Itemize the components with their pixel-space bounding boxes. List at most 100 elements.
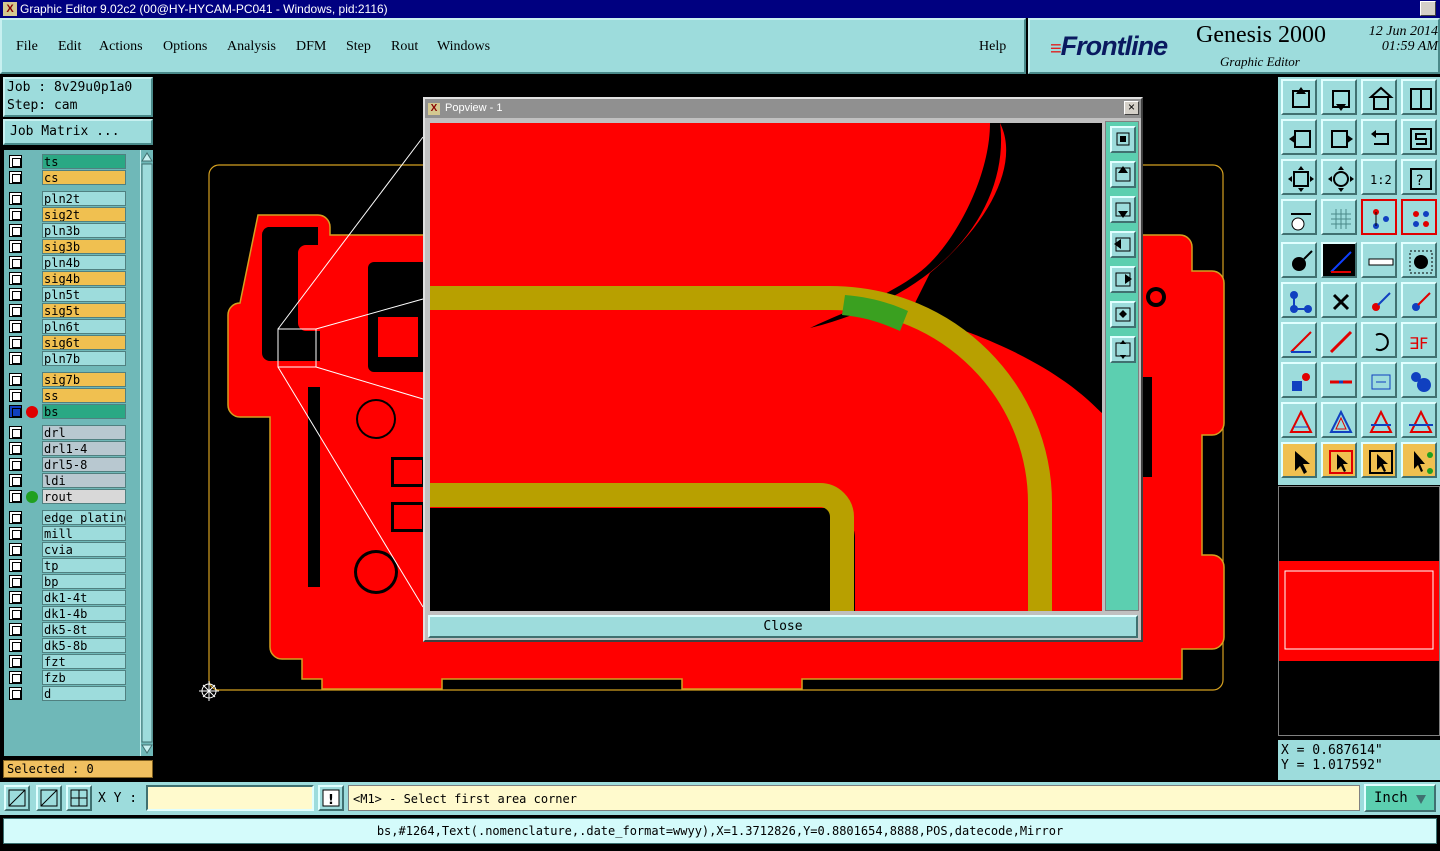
layer-checkbox[interactable] — [9, 543, 22, 556]
layer-row[interactable]: sig6t — [6, 335, 126, 350]
layer-label[interactable]: drl — [42, 425, 126, 440]
popview-pan-right-button[interactable] — [1110, 266, 1136, 293]
popview-close-icon[interactable]: × — [1124, 101, 1139, 115]
layer-checkbox[interactable] — [9, 687, 22, 700]
layer-checkbox[interactable] — [9, 208, 22, 221]
layer-row[interactable]: fzb — [6, 670, 126, 685]
layer-row[interactable]: pln3b — [6, 223, 126, 238]
layer-checkbox[interactable] — [9, 224, 22, 237]
layer-label[interactable]: tp — [42, 558, 126, 573]
add-trace-icon[interactable] — [1321, 322, 1357, 358]
grid-snap-icon[interactable] — [66, 785, 92, 811]
menu-actions[interactable]: Actions — [99, 39, 143, 55]
layer-row[interactable]: edge_plating — [6, 510, 126, 525]
overview-panel[interactable] — [1278, 486, 1440, 736]
select-box-icon[interactable] — [1321, 442, 1357, 478]
layer-row[interactable]: mill — [6, 526, 126, 541]
copy-icon[interactable] — [1401, 282, 1437, 318]
layer-label[interactable]: sig2t — [42, 207, 126, 222]
delete-icon[interactable] — [1321, 282, 1357, 318]
layer-checkbox[interactable] — [9, 655, 22, 668]
settings-palette-icon[interactable] — [1281, 199, 1317, 235]
menu-step[interactable]: Step — [346, 39, 371, 55]
view-home-icon[interactable] — [1281, 79, 1317, 115]
net-compare-icon[interactable] — [1401, 199, 1437, 235]
alert-icon[interactable]: ! — [318, 785, 344, 811]
layer-label[interactable]: bp — [42, 574, 126, 589]
pad-group-icon[interactable] — [1401, 362, 1437, 398]
layer-checkbox[interactable] — [9, 575, 22, 588]
layer-label[interactable]: ss — [42, 388, 126, 403]
layer-row[interactable]: cs — [6, 170, 126, 185]
layer-row[interactable]: drl1-4 — [6, 441, 126, 456]
popview-pan-up-button[interactable] — [1110, 161, 1136, 188]
menu-options[interactable]: Options — [163, 39, 207, 55]
layer-checkbox[interactable] — [9, 373, 22, 386]
job-matrix-button[interactable]: Job Matrix ... — [3, 119, 153, 145]
layer-label[interactable]: fzb — [42, 670, 126, 685]
popview-zoom-fit-button[interactable] — [1110, 126, 1136, 153]
layer-checkbox[interactable] — [9, 256, 22, 269]
popview-zoom-in-button[interactable] — [1110, 301, 1136, 328]
layer-row[interactable]: sig5t — [6, 303, 126, 318]
layer-checkbox[interactable] — [9, 405, 22, 418]
layer-label[interactable]: bs — [42, 404, 126, 419]
menu-edit[interactable]: Edit — [58, 39, 81, 55]
zoom-center-icon[interactable] — [1321, 159, 1357, 195]
layer-list-scrollbar[interactable] — [140, 150, 153, 756]
connect-pads-icon[interactable] — [1281, 282, 1317, 318]
add-feature-icon[interactable] — [1281, 242, 1317, 278]
layer-checkbox[interactable] — [9, 426, 22, 439]
layer-row[interactable]: cvia — [6, 542, 126, 557]
layer-row[interactable]: bp — [6, 574, 126, 589]
layer-label[interactable]: pln7b — [42, 351, 126, 366]
surface-edit-icon[interactable] — [1401, 402, 1437, 438]
layer-label[interactable]: cs — [42, 170, 126, 185]
layer-row[interactable]: dk1-4b — [6, 606, 126, 621]
layer-row[interactable]: sig4b — [6, 271, 126, 286]
layer-checkbox[interactable] — [9, 559, 22, 572]
layer-label[interactable]: fzt — [42, 654, 126, 669]
layer-checkbox[interactable] — [9, 490, 22, 503]
layer-row[interactable]: pln4b — [6, 255, 126, 270]
layer-checkbox[interactable] — [9, 352, 22, 365]
layer-checkbox[interactable] — [9, 527, 22, 540]
layer-checkbox[interactable] — [9, 511, 22, 524]
popview-pan-left-button[interactable] — [1110, 231, 1136, 258]
layer-label[interactable]: edge_plating — [42, 510, 126, 525]
popview-close-button[interactable]: Close — [428, 615, 1138, 638]
layer-label[interactable]: rout — [42, 489, 126, 504]
pan-down-icon[interactable] — [1321, 79, 1357, 115]
scale-1-2-icon[interactable]: 1:2 — [1361, 159, 1397, 195]
menu-rout[interactable]: Rout — [391, 39, 418, 55]
layer-label[interactable]: drl1-4 — [42, 441, 126, 456]
layer-row[interactable]: drl — [6, 425, 126, 440]
cut-line-icon[interactable] — [1321, 362, 1357, 398]
layer-row[interactable]: fzt — [6, 654, 126, 669]
layer-row[interactable]: sig7b — [6, 372, 126, 387]
measure-icon[interactable] — [1321, 242, 1357, 278]
layer-label[interactable]: sig3b — [42, 239, 126, 254]
redraw-icon[interactable] — [1401, 119, 1437, 155]
layer-checkbox[interactable] — [9, 320, 22, 333]
layer-row[interactable]: pln5t — [6, 287, 126, 302]
layer-row[interactable]: pln6t — [6, 319, 126, 334]
layer-checkbox[interactable] — [9, 442, 22, 455]
net-highlight-icon[interactable] — [1361, 199, 1397, 235]
layer-checkbox[interactable] — [9, 272, 22, 285]
layer-label[interactable]: sig6t — [42, 335, 126, 350]
layer-checkbox[interactable] — [9, 240, 22, 253]
layer-label[interactable]: drl5-8 — [42, 457, 126, 472]
menu-help[interactable]: Help — [979, 39, 1006, 55]
polygon-icon[interactable] — [1281, 402, 1317, 438]
move-icon[interactable] — [1361, 282, 1397, 318]
layer-label[interactable]: pln2t — [42, 191, 126, 206]
layer-label[interactable]: cvia — [42, 542, 126, 557]
pan-right-icon[interactable] — [1321, 119, 1357, 155]
layer-checkbox[interactable] — [9, 623, 22, 636]
window-split-icon[interactable] — [1401, 79, 1437, 115]
xy-input[interactable] — [146, 785, 314, 811]
layer-row[interactable]: tp — [6, 558, 126, 573]
menu-dfm[interactable]: DFM — [296, 39, 326, 55]
ruler-icon[interactable] — [1361, 242, 1397, 278]
